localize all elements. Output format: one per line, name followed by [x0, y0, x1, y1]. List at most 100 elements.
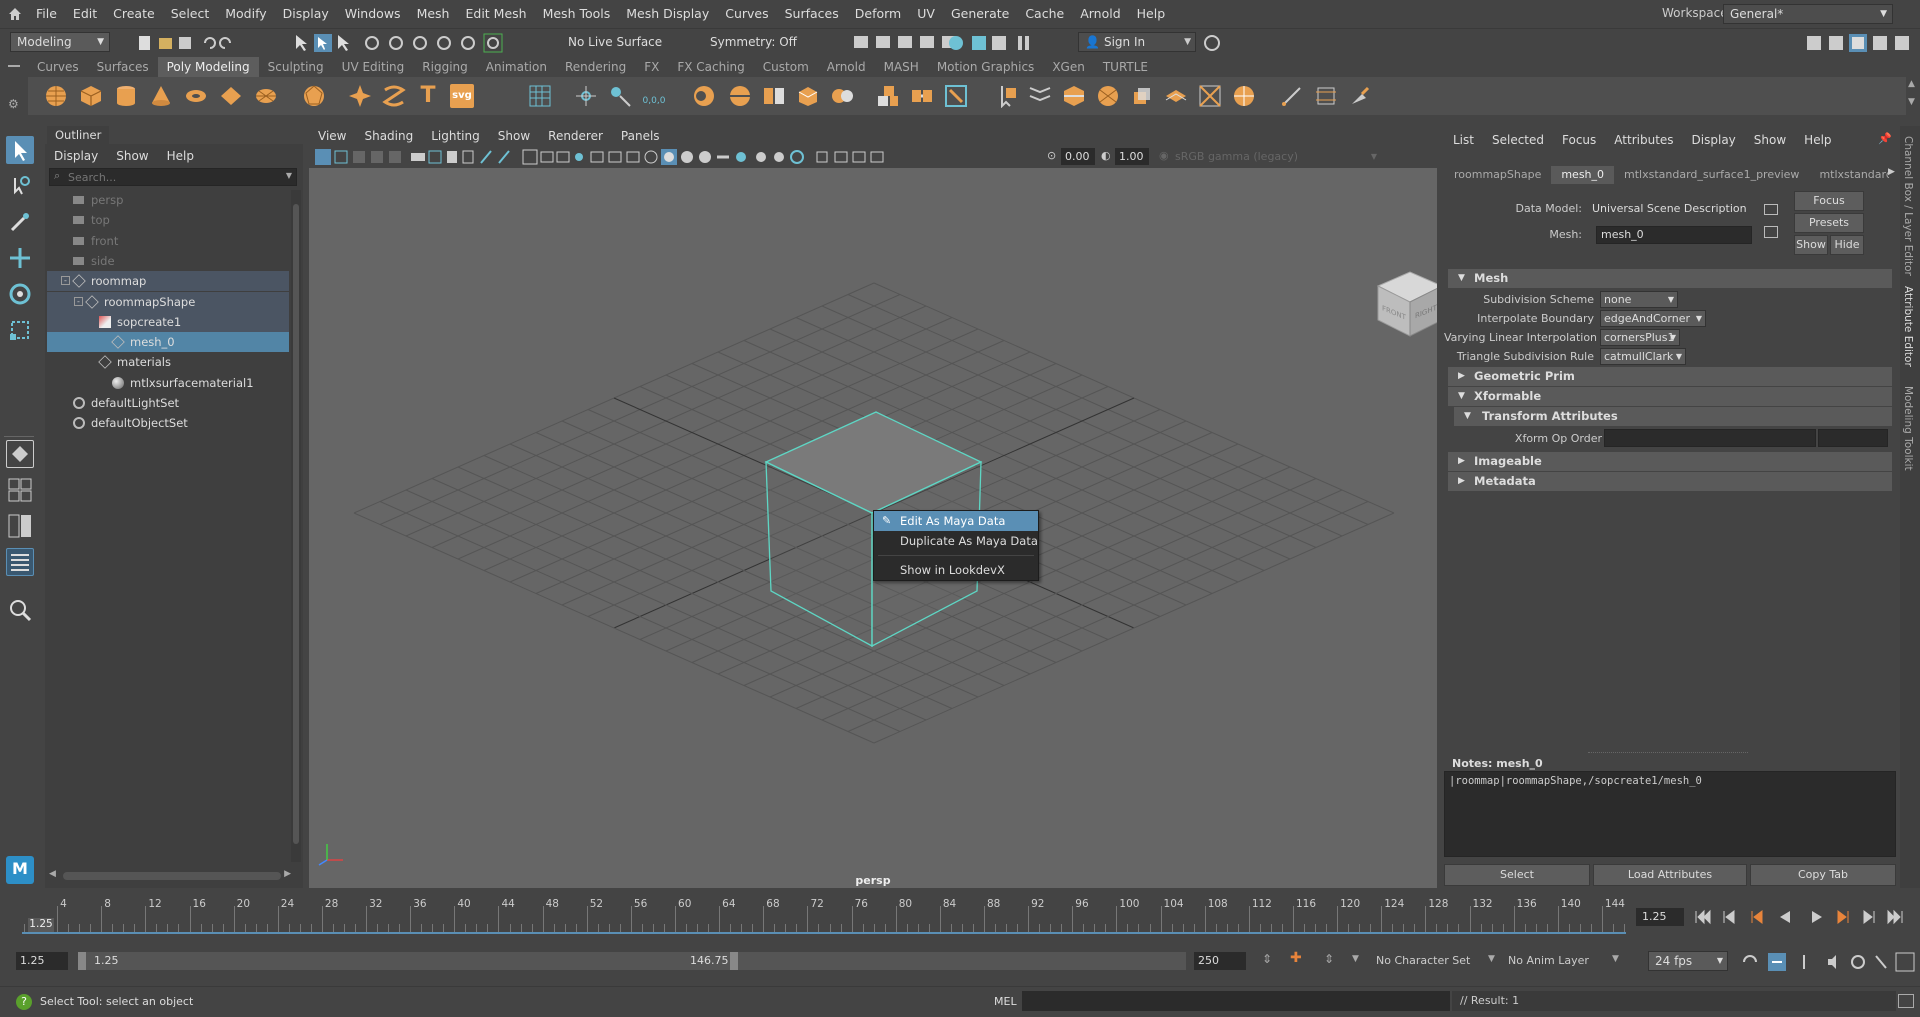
lasso-tool-button[interactable]: [6, 172, 34, 200]
render-tools-icons[interactable]: [850, 33, 1060, 53]
current-frame-marker[interactable]: 1.25: [28, 918, 54, 932]
key-icon[interactable]: ⇕: [1324, 952, 1334, 966]
outliner-item-defaultlightset[interactable]: defaultLightSet: [47, 393, 289, 413]
key-icon[interactable]: ⇕: [1262, 952, 1272, 966]
shelf-tab-curves[interactable]: Curves: [28, 57, 88, 77]
outliner-item-roommap[interactable]: - roommap: [47, 271, 289, 292]
range-end-handle[interactable]: [730, 952, 738, 970]
single-perspective-layout-button[interactable]: [6, 440, 34, 468]
ae-menu-display[interactable]: Display: [1683, 133, 1745, 147]
fill-hole-icon[interactable]: [1164, 84, 1188, 108]
script-language-toggle[interactable]: MEL: [994, 995, 1017, 1008]
outliner-menu-display[interactable]: Display: [45, 149, 107, 163]
hscroll-thumb[interactable]: [63, 872, 281, 880]
pin-icon[interactable]: 📌: [1878, 132, 1892, 145]
poly-sphere-icon[interactable]: [44, 84, 68, 108]
copy-tab-button[interactable]: Copy Tab: [1750, 864, 1896, 886]
poly-cylinder-icon[interactable]: [114, 84, 138, 108]
menu-help[interactable]: Help: [1129, 0, 1174, 28]
outliner-vscrollbar[interactable]: [291, 190, 301, 862]
menu-file[interactable]: File: [28, 0, 65, 28]
tab-channel-box[interactable]: Channel Box / Layer Editor: [1902, 136, 1914, 276]
animation-start-field[interactable]: 1.25: [16, 952, 68, 970]
menu-item-edit-as-maya-data[interactable]: ✎ Edit As Maya Data: [874, 511, 1038, 531]
symmetry-label[interactable]: Symmetry: Off: [710, 35, 797, 49]
separate-icon[interactable]: [728, 84, 752, 108]
xform-op-order-extra-field[interactable]: [1818, 429, 1888, 447]
outliner-item-roommapshape[interactable]: - roommapShape: [47, 291, 289, 312]
arrow-right-icon[interactable]: ▶: [284, 869, 291, 879]
poly-plane-icon[interactable]: [219, 84, 243, 108]
arrow-up-icon[interactable]: ▲: [1908, 79, 1915, 89]
platonic-solid-icon[interactable]: [302, 84, 326, 108]
ae-tab-roommapshape[interactable]: roommapShape: [1444, 166, 1551, 184]
outliner-item-sopcreate1[interactable]: sopcreate1: [47, 311, 289, 332]
shelf-tab-poly-modeling[interactable]: Poly Modeling: [157, 57, 259, 77]
rotate-tool-button[interactable]: [6, 280, 34, 308]
menu-select[interactable]: Select: [163, 0, 218, 28]
section-xformable[interactable]: ▼ Xformable: [1448, 387, 1892, 406]
ae-tab-mesh-0[interactable]: mesh_0: [1551, 166, 1615, 184]
outliner-item-defaultobjectset[interactable]: defaultObjectSet: [47, 413, 289, 433]
mirror-icon[interactable]: [830, 84, 854, 108]
menu-display[interactable]: Display: [275, 0, 337, 28]
character-set-label[interactable]: No Character Set: [1376, 954, 1470, 967]
layout-uvs-icon[interactable]: [528, 84, 552, 108]
menu-edit-mesh[interactable]: Edit Mesh: [457, 0, 534, 28]
ae-tab-mtlxstandard-su[interactable]: mtlxstandard_su: [1809, 166, 1889, 184]
extrude-icon[interactable]: [876, 84, 900, 108]
menu-item-duplicate-as-maya-data[interactable]: Duplicate As Maya Data: [874, 531, 1038, 551]
help-globe-icon[interactable]: [1203, 34, 1221, 52]
script-editor-icon[interactable]: [1898, 994, 1914, 1008]
ae-menu-show[interactable]: Show: [1745, 133, 1795, 147]
outliner-item-side[interactable]: side: [47, 251, 289, 271]
outliner-menu-show[interactable]: Show: [107, 149, 157, 163]
menu-modify[interactable]: Modify: [217, 0, 274, 28]
fps-select[interactable]: 24 fps ▼: [1648, 951, 1728, 971]
live-surface-label[interactable]: No Live Surface: [568, 35, 662, 49]
bevel-icon[interactable]: [944, 84, 968, 108]
arrow-right-icon[interactable]: ▶: [1888, 167, 1895, 177]
vscroll-thumb[interactable]: [293, 204, 299, 844]
ae-menu-focus[interactable]: Focus: [1553, 133, 1605, 147]
menu-create[interactable]: Create: [105, 0, 163, 28]
menu-mesh-tools[interactable]: Mesh Tools: [535, 0, 619, 28]
boolean-icon[interactable]: [796, 84, 820, 108]
ae-tab-mtlxstandard-surface1-preview[interactable]: mtlxstandard_surface1_preview: [1614, 166, 1809, 184]
sign-in-select[interactable]: 👤 Sign In ▼: [1078, 32, 1196, 52]
viewport-menu-show[interactable]: Show: [489, 129, 539, 143]
type-icon[interactable]: T: [416, 84, 440, 108]
attr-select-triangle-subdivision-rule[interactable]: catmullClark ▼: [1600, 348, 1686, 365]
menu-windows[interactable]: Windows: [337, 0, 409, 28]
menu-item-show-in-lookdevx[interactable]: Show in LookdevX: [874, 560, 1038, 580]
chevron-down-icon[interactable]: ▼: [1488, 954, 1495, 964]
chevron-down-icon[interactable]: ▼: [286, 171, 292, 180]
range-start-handle[interactable]: [78, 952, 86, 970]
sweep-mesh-icon[interactable]: [382, 84, 406, 108]
menu-generate[interactable]: Generate: [943, 0, 1017, 28]
move-tool-button[interactable]: [6, 244, 34, 272]
viewport-menu-lighting[interactable]: Lighting: [422, 129, 489, 143]
attr-select-interpolate-boundary[interactable]: edgeAndCorner ▼: [1600, 310, 1706, 327]
search-tool-button[interactable]: [6, 596, 34, 624]
shelf-tab-arnold[interactable]: Arnold: [818, 57, 875, 77]
menu-set-select[interactable]: Modeling ▼: [10, 32, 110, 52]
playback-options-icons[interactable]: [1740, 952, 1916, 972]
freeze-transform-icon[interactable]: 0,0,0: [642, 84, 666, 108]
shelf-tab-rigging[interactable]: Rigging: [413, 57, 476, 77]
tab-modeling-toolkit[interactable]: Modeling Toolkit: [1902, 386, 1914, 471]
collapse-icon[interactable]: [1198, 84, 1222, 108]
shelf-tab-custom[interactable]: Custom: [754, 57, 818, 77]
viewcube[interactable]: [1376, 271, 1437, 337]
shelf-tab-motion-graphics[interactable]: Motion Graphics: [928, 57, 1044, 77]
menu-edit[interactable]: Edit: [65, 0, 105, 28]
command-input[interactable]: [1022, 991, 1450, 1011]
menu-mesh[interactable]: Mesh: [409, 0, 458, 28]
select-tool-button[interactable]: [6, 136, 34, 164]
section-metadata[interactable]: ▶ Metadata: [1448, 472, 1892, 491]
outliner-item-mtlxsurfacematerial1[interactable]: mtlxsurfacematerial1: [47, 373, 289, 393]
smooth-icon[interactable]: [762, 84, 786, 108]
menu-curves[interactable]: Curves: [717, 0, 776, 28]
target-weld-icon[interactable]: [1028, 84, 1052, 108]
chevron-down-icon[interactable]: ▼: [1352, 954, 1359, 964]
